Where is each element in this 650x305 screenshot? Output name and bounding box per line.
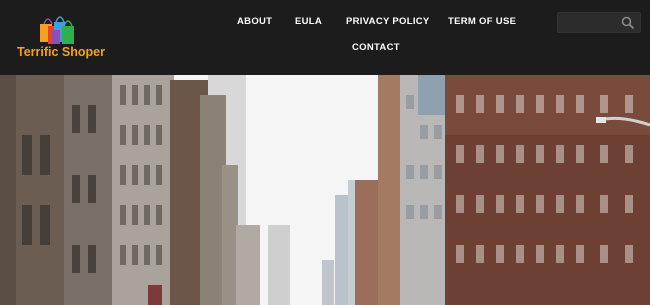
nav-contact[interactable]: CONTACT: [352, 42, 400, 53]
city-street-photo: [0, 75, 650, 305]
main-nav: ABOUT EULA PRIVACY POLICY TERM OF USE CO…: [224, 0, 524, 75]
hero-image: [0, 75, 650, 305]
nav-privacy-policy[interactable]: PRIVACY POLICY: [346, 16, 430, 27]
search-box: [557, 12, 641, 33]
nav-eula[interactable]: EULA: [295, 16, 322, 27]
nav-about[interactable]: ABOUT: [237, 16, 272, 27]
brand-name: Terrific Shoper: [17, 45, 105, 59]
nav-term-of-use[interactable]: TERM OF USE: [448, 16, 516, 27]
shopping-bags-icon: [40, 16, 74, 44]
site-header: Terrific Shoper ABOUT EULA PRIVACY POLIC…: [0, 0, 650, 75]
search-input[interactable]: [562, 15, 620, 30]
site-logo[interactable]: Terrific Shoper: [14, 12, 105, 62]
search-icon[interactable]: [621, 16, 635, 30]
